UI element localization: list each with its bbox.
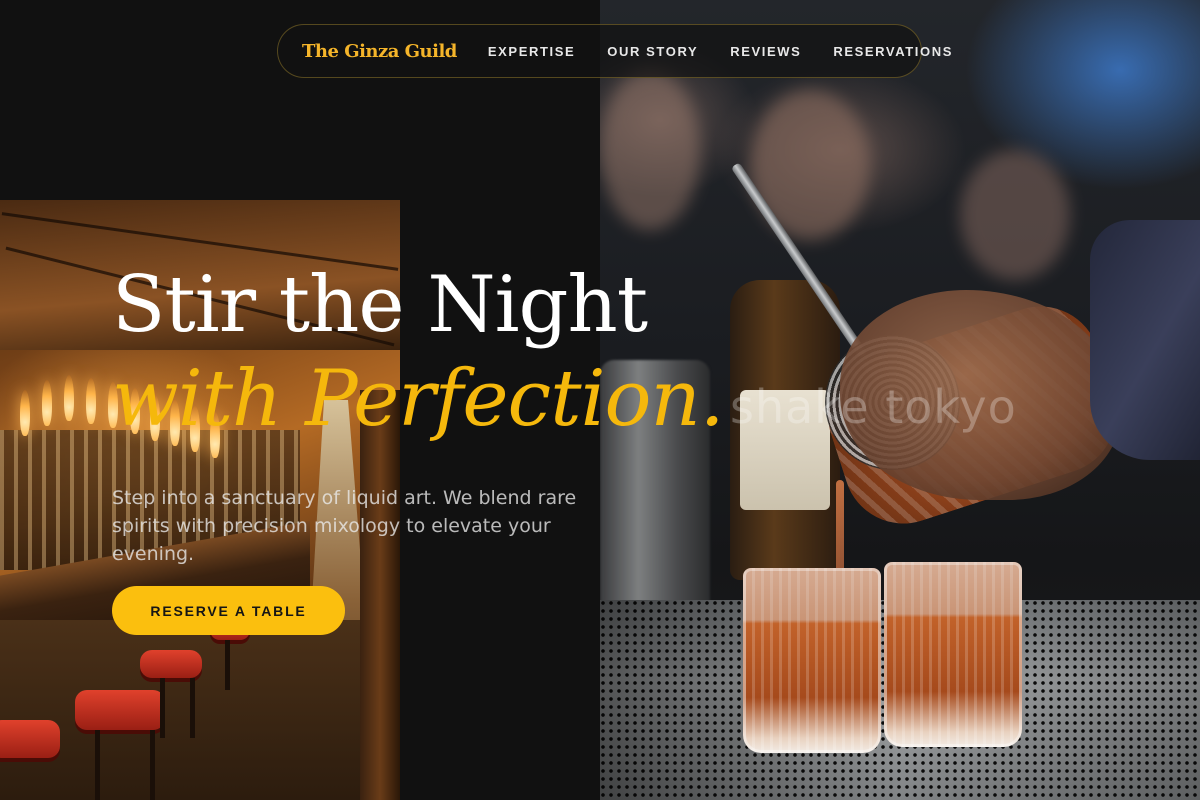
brand-logo[interactable]: The Ginza Guild xyxy=(302,41,457,62)
nav-links: EXPERTISE OUR STORY REVIEWS RESERVATIONS xyxy=(488,44,953,59)
landing-page: shake tokyo The Ginza Guild EXPERTISE OU… xyxy=(0,0,1200,800)
nav-link-reviews[interactable]: REVIEWS xyxy=(730,44,801,59)
hero-title-line1: Stir the Night xyxy=(112,260,648,350)
nav-link-our-story[interactable]: OUR STORY xyxy=(607,44,698,59)
hero-title-accent: with Perfection. xyxy=(112,354,725,444)
nav-link-reservations[interactable]: RESERVATIONS xyxy=(833,44,953,59)
reserve-table-button[interactable]: RESERVE A TABLE xyxy=(112,586,345,635)
hero-description: Step into a sanctuary of liquid art. We … xyxy=(112,487,577,565)
nav-link-expertise[interactable]: EXPERTISE xyxy=(488,44,575,59)
hero-section: Stir the Night with Perfection. Step int… xyxy=(112,258,812,635)
hero-title: Stir the Night with Perfection. xyxy=(112,258,812,446)
main-nav: The Ginza Guild EXPERTISE OUR STORY REVI… xyxy=(277,24,951,78)
